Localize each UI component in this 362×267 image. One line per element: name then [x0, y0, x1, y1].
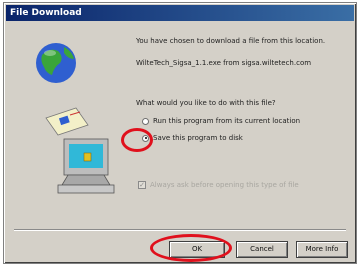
always-ask-option: ✓ Always ask before opening this type of… — [138, 181, 299, 189]
title-bar: File Download — [6, 5, 354, 21]
document-icon — [45, 107, 89, 136]
save-option-label: Save this program to disk — [153, 134, 243, 142]
run-option-label: Run this program from its current locati… — [153, 117, 301, 125]
separator — [14, 229, 346, 231]
computer-icon — [57, 138, 115, 194]
intro-message: You have chosen to download a file from … — [136, 37, 326, 45]
globe-icon — [36, 43, 76, 83]
always-ask-label: Always ask before opening this type of f… — [150, 181, 299, 189]
run-option[interactable]: Run this program from its current locati… — [142, 116, 300, 126]
radio-save[interactable] — [142, 134, 149, 142]
ok-button[interactable]: OK — [169, 241, 225, 258]
radio-run[interactable] — [142, 117, 149, 125]
save-option[interactable]: Save this program to disk — [142, 133, 243, 143]
file-name: WilteTech_Sigsa_1.1.exe from sigsa.wilte… — [136, 59, 312, 67]
question-text: What would you like to do with this file… — [136, 99, 276, 107]
download-illustration — [36, 43, 115, 194]
more-info-button[interactable]: More Info — [296, 241, 348, 258]
window-title: File Download — [10, 8, 82, 18]
always-ask-checkbox: ✓ — [138, 181, 146, 189]
cancel-button[interactable]: Cancel — [236, 241, 288, 258]
file-download-dialog: File Download You have chosen to downloa… — [3, 2, 357, 264]
